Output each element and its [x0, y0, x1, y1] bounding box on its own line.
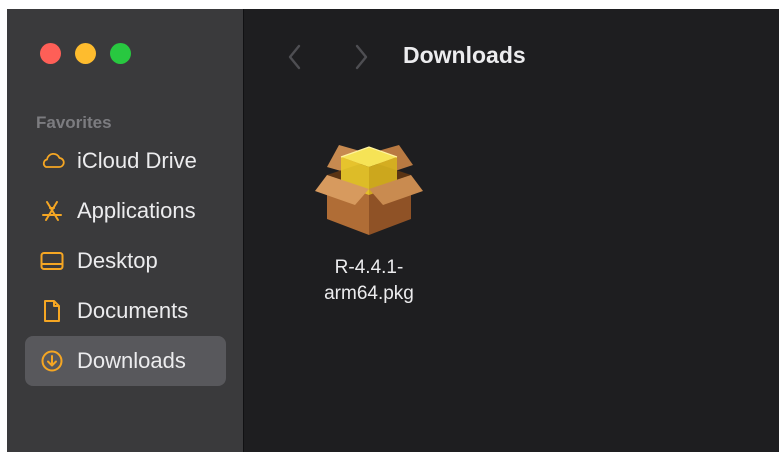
file-name: R-4.4.1-arm64.pkg	[324, 257, 414, 304]
sidebar-item-label: Documents	[77, 298, 189, 323]
main-content: Downloads R-4.4.1-arm64.pkg	[245, 9, 779, 452]
applications-icon	[39, 198, 65, 224]
window-controls	[40, 43, 131, 64]
download-icon	[39, 348, 65, 374]
document-icon	[39, 298, 65, 324]
cloud-icon	[39, 148, 65, 174]
sidebar-section-favorites: Favorites	[36, 113, 112, 132]
window-title: Downloads	[403, 42, 526, 68]
close-button[interactable]	[40, 43, 61, 64]
back-button[interactable]	[285, 42, 305, 72]
sidebar-item-label: Desktop	[77, 248, 158, 273]
file-item[interactable]: R-4.4.1-arm64.pkg	[299, 131, 439, 307]
finder-window: Favorites iCloud Drive Applications Desk…	[7, 9, 779, 452]
toolbar: Downloads	[245, 9, 779, 99]
sidebar-item-applications[interactable]: Applications	[25, 186, 226, 236]
package-icon	[309, 131, 429, 241]
sidebar-list: iCloud Drive Applications Desktop Docume…	[25, 136, 226, 386]
sidebar-item-icloud-drive[interactable]: iCloud Drive	[25, 136, 226, 186]
sidebar-item-downloads[interactable]: Downloads	[25, 336, 226, 386]
minimize-button[interactable]	[75, 43, 96, 64]
forward-button[interactable]	[351, 42, 371, 72]
chevron-left-icon	[288, 44, 301, 70]
sidebar-item-documents[interactable]: Documents	[25, 286, 226, 336]
chevron-right-icon	[355, 44, 368, 70]
sidebar: Favorites iCloud Drive Applications Desk…	[7, 9, 244, 452]
zoom-button[interactable]	[110, 43, 131, 64]
sidebar-item-desktop[interactable]: Desktop	[25, 236, 226, 286]
sidebar-item-label: Applications	[77, 198, 196, 223]
desktop-icon	[39, 248, 65, 274]
sidebar-item-label: iCloud Drive	[77, 148, 197, 173]
sidebar-item-label: Downloads	[77, 348, 186, 373]
